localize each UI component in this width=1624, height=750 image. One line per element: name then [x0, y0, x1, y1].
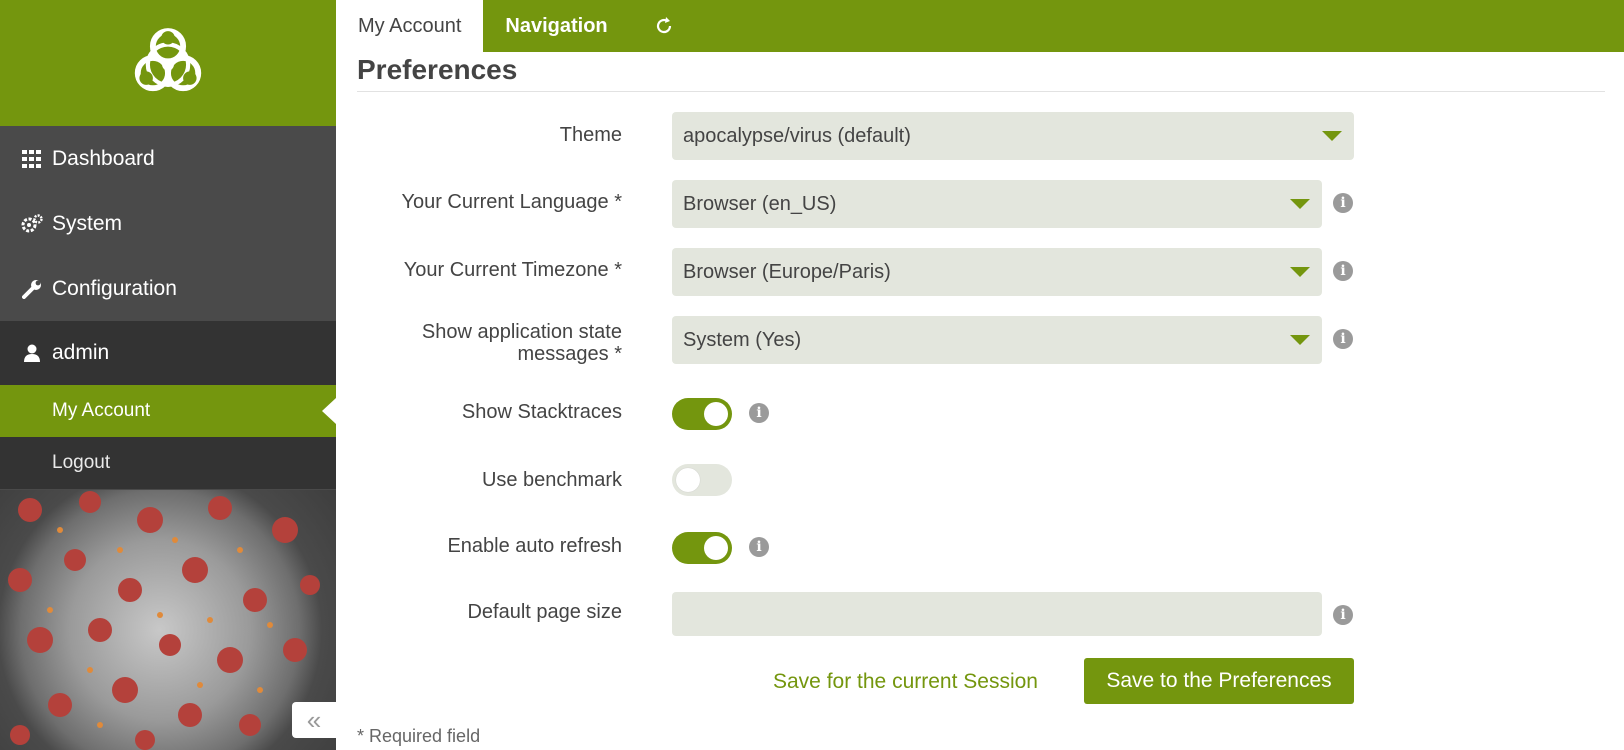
chevron-down-icon: [1290, 199, 1310, 209]
double-chevron-left-icon: «: [306, 704, 322, 735]
info-icon[interactable]: i: [1333, 261, 1353, 281]
sidebar-item-label: Dashboard: [52, 146, 155, 170]
benchmark-toggle[interactable]: [672, 464, 732, 496]
language-select-value: Browser (en_US): [683, 192, 837, 215]
sidebar-subitem-logout[interactable]: Logout: [0, 437, 336, 489]
info-icon[interactable]: i: [1333, 605, 1353, 625]
save-session-button[interactable]: Save for the current Session: [773, 670, 1038, 694]
app-state-select[interactable]: System (Yes): [672, 316, 1322, 364]
language-select[interactable]: Browser (en_US): [672, 180, 1322, 228]
app-state-label: Show application state messages *: [422, 321, 622, 365]
sidebar-item-admin[interactable]: admin: [0, 321, 336, 385]
sidebar-item-label: System: [52, 211, 123, 235]
theme-select[interactable]: apocalypse/virus (default): [672, 112, 1354, 160]
collapse-sidebar-button[interactable]: «: [292, 702, 336, 738]
benchmark-label: Use benchmark: [481, 469, 622, 491]
sidebar-item-dashboard[interactable]: Dashboard: [0, 126, 336, 191]
app-state-label-line1: Show application state: [421, 321, 622, 343]
info-icon[interactable]: i: [749, 403, 769, 423]
info-icon[interactable]: i: [1333, 193, 1353, 213]
sidebar-subitem-label: My Account: [52, 400, 151, 421]
sidebar-nav: Dashboard System Configuration admin My …: [0, 126, 336, 489]
theme-select-value: apocalypse/virus (default): [683, 124, 911, 147]
info-icon[interactable]: i: [1333, 329, 1353, 349]
toggle-knob: [704, 536, 728, 560]
auto-refresh-toggle[interactable]: [672, 532, 732, 564]
sidebar-item-system[interactable]: System: [0, 191, 336, 256]
sidebar: Dashboard System Configuration admin My …: [0, 0, 336, 750]
language-label: Your Current Language *: [401, 191, 622, 213]
stacktraces-label: Show Stacktraces: [461, 401, 622, 423]
auto-refresh-label: Enable auto refresh: [447, 535, 622, 557]
biohazard-logo-icon: [134, 28, 202, 92]
sidebar-subitem-label: Logout: [52, 452, 111, 473]
chevron-down-icon: [1290, 335, 1310, 345]
virus-background-image: [0, 490, 336, 750]
timezone-select-value: Browser (Europe/Paris): [683, 260, 891, 283]
grid-icon: [20, 147, 44, 171]
app-state-label-line2: messages *: [517, 343, 623, 365]
timezone-label: Your Current Timezone *: [403, 259, 622, 281]
chevron-down-icon: [1322, 131, 1342, 141]
sidebar-subitem-my-account[interactable]: My Account: [0, 385, 336, 437]
gears-icon: [20, 212, 44, 236]
info-icon[interactable]: i: [749, 537, 769, 557]
sidebar-item-label: admin: [52, 341, 110, 364]
logo-area[interactable]: [0, 0, 336, 126]
wrench-icon: [20, 277, 44, 301]
sidebar-item-configuration[interactable]: Configuration: [0, 256, 336, 321]
stacktraces-toggle[interactable]: [672, 398, 732, 430]
user-icon: [20, 341, 44, 365]
app-state-select-value: System (Yes): [683, 328, 802, 351]
toggle-knob: [676, 468, 700, 492]
timezone-select[interactable]: Browser (Europe/Paris): [672, 248, 1322, 296]
page-size-label: Default page size: [467, 601, 622, 623]
sidebar-item-label: Configuration: [52, 276, 177, 300]
page-size-input[interactable]: [672, 592, 1322, 636]
toggle-knob: [704, 402, 728, 426]
preferences-form: Theme apocalypse/virus (default) Your Cu…: [357, 0, 1605, 750]
chevron-down-icon: [1290, 267, 1310, 277]
required-field-note: * Required field: [357, 726, 481, 746]
theme-label: Theme: [559, 124, 622, 146]
save-preferences-button[interactable]: Save to the Preferences: [1084, 658, 1354, 704]
